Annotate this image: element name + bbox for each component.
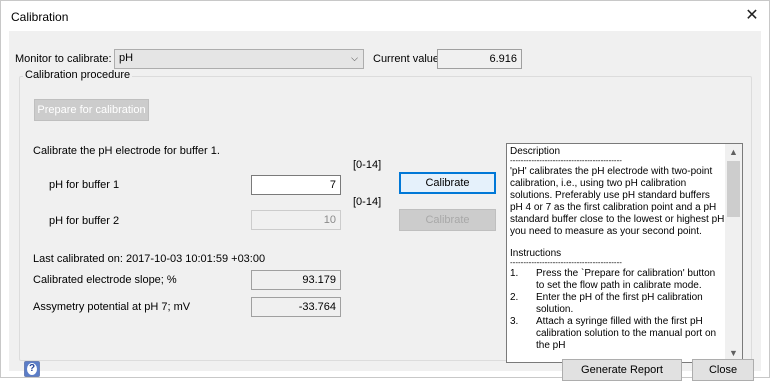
scrollbar-thumb[interactable]: [727, 161, 740, 217]
instruction-step: 1. Press the `Prepare for calibration' b…: [510, 268, 725, 292]
monitor-label: Monitor to calibrate:: [15, 53, 112, 65]
slope-field: 93.179: [251, 270, 341, 290]
asymmetry-label: Assymetry potential at pH 7; mV: [33, 301, 191, 313]
description-body: 'pH' calibrates the pH electrode with tw…: [510, 166, 725, 237]
step-text: Enter the pH of the first pH calibration…: [536, 292, 703, 315]
buffer2-range: [0-14]: [353, 196, 382, 208]
scroll-up-icon[interactable]: ▲: [725, 144, 742, 161]
instructions-separator: ----------------------------------------…: [510, 260, 622, 267]
description-heading: Description: [510, 146, 561, 157]
buffer1-input[interactable]: 7: [251, 175, 341, 195]
current-value-field: 6.916: [437, 49, 522, 69]
prepare-for-calibration-button[interactable]: Prepare for calibration: [34, 99, 149, 121]
close-icon[interactable]: ✕: [741, 5, 763, 27]
buffer2-label: pH for buffer 2: [49, 215, 120, 227]
title-bar: Calibration ✕: [1, 1, 769, 31]
calibrate-buffer1-button[interactable]: Calibrate: [399, 172, 496, 194]
step-number: 3.: [510, 316, 519, 327]
buffer1-range: [0-14]: [353, 159, 382, 171]
asymmetry-field: -33.764: [251, 297, 341, 317]
step-text: Press the `Prepare for calibration' butt…: [536, 268, 716, 291]
step-number: 1.: [510, 268, 519, 279]
step-text: Attach a syringe filled with the first p…: [536, 316, 717, 351]
calibration-window: Calibration ✕ Monitor to calibrate: pH ⌵…: [0, 0, 770, 381]
dialog-body: Monitor to calibrate: pH ⌵ Current value…: [9, 31, 761, 381]
description-content: Description ----------------------------…: [510, 146, 725, 352]
instruction-step: 3. Attach a syringe filled with the firs…: [510, 316, 725, 352]
calibration-instruction: Calibrate the pH electrode for buffer 1.: [33, 145, 220, 157]
window-title: Calibration: [11, 10, 69, 24]
description-separator: ----------------------------------------…: [510, 158, 622, 165]
calibrate-buffer2-button[interactable]: Calibrate: [399, 209, 496, 231]
buffer1-label: pH for buffer 1: [49, 179, 120, 191]
last-calibrated-text: Last calibrated on: 2017-10-03 10:01:59 …: [33, 253, 266, 265]
buffer2-input[interactable]: 10: [251, 210, 341, 230]
slope-label: Calibrated electrode slope; %: [33, 274, 177, 286]
monitor-select[interactable]: pH ⌵: [114, 49, 364, 69]
current-value-label: Current value: [373, 53, 440, 65]
group-title: Calibration procedure: [23, 69, 133, 81]
step-number: 2.: [510, 292, 519, 303]
chevron-down-icon[interactable]: ⌵: [351, 53, 358, 64]
monitor-select-value: pH: [119, 52, 134, 64]
description-textbox[interactable]: Description ----------------------------…: [506, 143, 743, 363]
help-icon[interactable]: ?: [24, 361, 40, 377]
instruction-step: 2. Enter the pH of the first pH calibrat…: [510, 292, 725, 316]
description-scrollbar[interactable]: ▲ ▼: [725, 144, 742, 362]
instructions-heading: Instructions: [510, 248, 562, 259]
